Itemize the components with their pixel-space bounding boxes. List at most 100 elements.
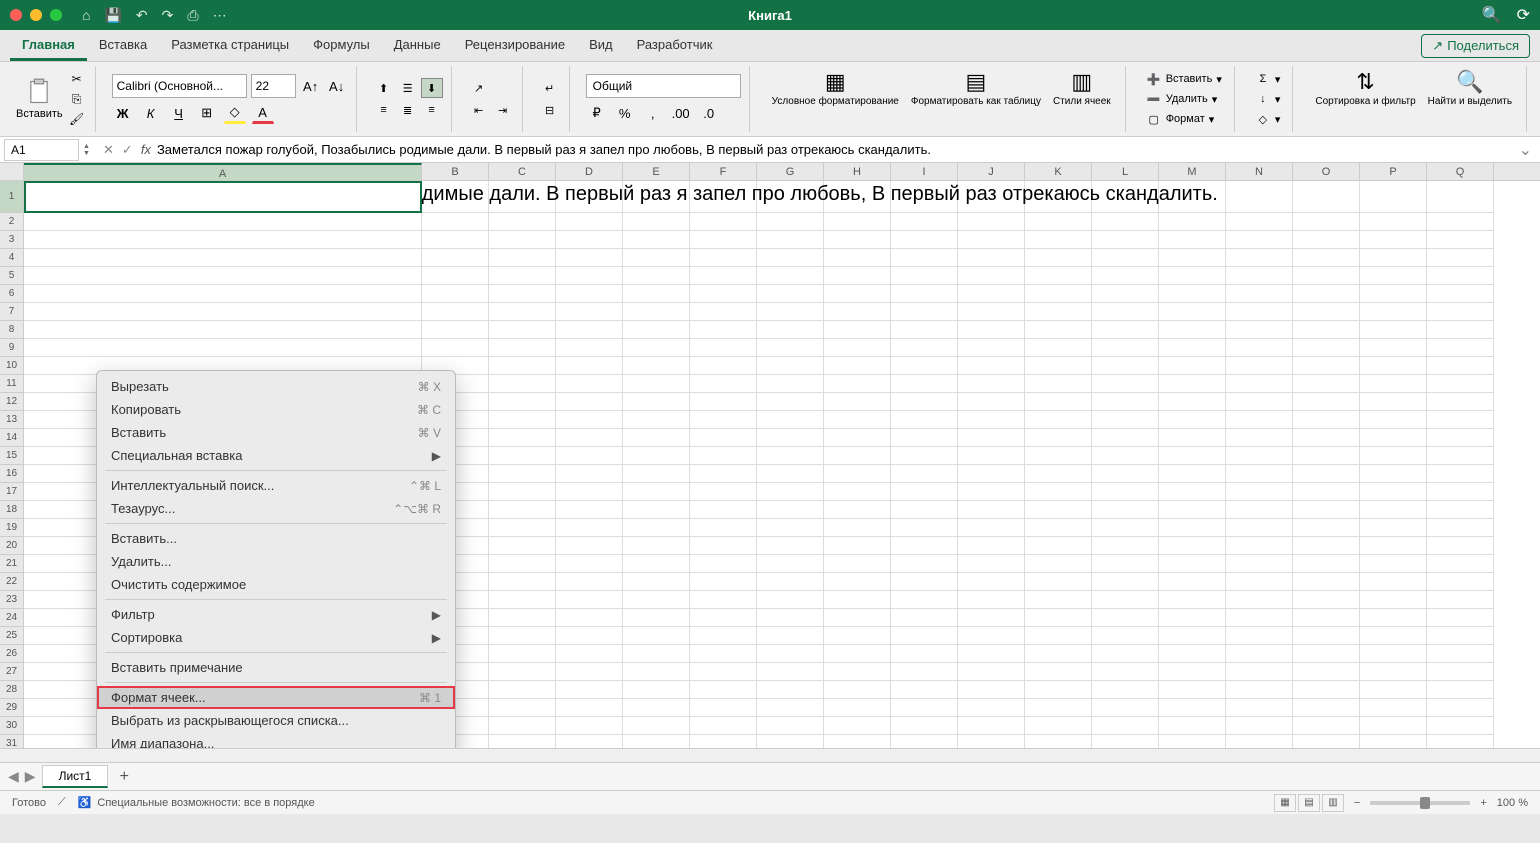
- cell[interactable]: [1293, 735, 1360, 748]
- cell[interactable]: [1427, 465, 1494, 483]
- cell[interactable]: [1293, 645, 1360, 663]
- cell[interactable]: [757, 303, 824, 321]
- cell[interactable]: [690, 321, 757, 339]
- cell[interactable]: [891, 555, 958, 573]
- cell[interactable]: [1226, 717, 1293, 735]
- bold-button[interactable]: Ж: [112, 102, 134, 124]
- cell[interactable]: [1427, 285, 1494, 303]
- row-header[interactable]: 15: [0, 447, 24, 465]
- cell[interactable]: [690, 267, 757, 285]
- cell[interactable]: [824, 645, 891, 663]
- cell[interactable]: [623, 375, 690, 393]
- cell[interactable]: [623, 537, 690, 555]
- cell[interactable]: [1360, 483, 1427, 501]
- cell[interactable]: [824, 717, 891, 735]
- cell[interactable]: [757, 627, 824, 645]
- cell[interactable]: [1092, 465, 1159, 483]
- row-header[interactable]: 28: [0, 681, 24, 699]
- cell[interactable]: [623, 519, 690, 537]
- column-header[interactable]: G: [757, 163, 824, 180]
- cell[interactable]: [824, 285, 891, 303]
- cell[interactable]: [556, 375, 623, 393]
- zoom-in-icon[interactable]: +: [1480, 797, 1486, 809]
- cell[interactable]: [422, 339, 489, 357]
- cell[interactable]: [757, 699, 824, 717]
- cell[interactable]: [757, 375, 824, 393]
- cell[interactable]: [1092, 519, 1159, 537]
- ribbon-tab[interactable]: Данные: [382, 31, 453, 61]
- cell[interactable]: [757, 591, 824, 609]
- cell[interactable]: [489, 663, 556, 681]
- cell[interactable]: [1025, 321, 1092, 339]
- cell[interactable]: [1427, 231, 1494, 249]
- cell[interactable]: [1092, 429, 1159, 447]
- cell[interactable]: [1159, 303, 1226, 321]
- cell[interactable]: [690, 375, 757, 393]
- cell[interactable]: [1159, 699, 1226, 717]
- row-header[interactable]: 31: [0, 735, 24, 748]
- cell[interactable]: [757, 501, 824, 519]
- column-header[interactable]: E: [623, 163, 690, 180]
- cell[interactable]: [623, 231, 690, 249]
- cell[interactable]: [623, 573, 690, 591]
- cell[interactable]: [1427, 411, 1494, 429]
- cell[interactable]: [1025, 285, 1092, 303]
- column-header[interactable]: A: [24, 163, 422, 180]
- align-left-icon[interactable]: ≡: [373, 100, 395, 120]
- row-header[interactable]: 21: [0, 555, 24, 573]
- cell[interactable]: [1293, 627, 1360, 645]
- cell[interactable]: [1226, 181, 1293, 213]
- cell[interactable]: [690, 249, 757, 267]
- sort-filter-button[interactable]: ⇅Сортировка и фильтр: [1309, 66, 1421, 132]
- context-menu-item[interactable]: Специальная вставка▶: [97, 444, 455, 467]
- cell[interactable]: [489, 213, 556, 231]
- cell[interactable]: [757, 573, 824, 591]
- cell[interactable]: [1360, 429, 1427, 447]
- cell[interactable]: [690, 609, 757, 627]
- next-sheet-icon[interactable]: ▶: [25, 768, 36, 785]
- row-header[interactable]: 22: [0, 573, 24, 591]
- cell[interactable]: [891, 231, 958, 249]
- cell[interactable]: [1092, 609, 1159, 627]
- decrease-font-icon[interactable]: A↓: [326, 75, 348, 97]
- cell[interactable]: [1092, 501, 1159, 519]
- cell[interactable]: [690, 339, 757, 357]
- cell[interactable]: [1360, 555, 1427, 573]
- fx-icon[interactable]: fx: [141, 142, 151, 157]
- cell[interactable]: [1226, 735, 1293, 748]
- cell[interactable]: [1226, 681, 1293, 699]
- cell[interactable]: [1159, 681, 1226, 699]
- context-menu-item[interactable]: Копировать⌘ C: [97, 398, 455, 421]
- cell[interactable]: [891, 501, 958, 519]
- cell[interactable]: [1025, 411, 1092, 429]
- decrease-indent-icon[interactable]: ⇤: [468, 100, 490, 120]
- cell[interactable]: [556, 465, 623, 483]
- align-center-icon[interactable]: ≣: [397, 100, 419, 120]
- cell[interactable]: [1159, 249, 1226, 267]
- row-header[interactable]: 1: [0, 181, 24, 213]
- cell[interactable]: [1092, 735, 1159, 748]
- fill-color-button[interactable]: ◇: [224, 102, 246, 124]
- cell[interactable]: [958, 573, 1025, 591]
- formula-input[interactable]: Заметался пожар голубой, Позабылись роди…: [157, 142, 1511, 157]
- cell[interactable]: [1427, 609, 1494, 627]
- cell[interactable]: [891, 213, 958, 231]
- decrease-decimal-icon[interactable]: .0: [698, 102, 720, 124]
- cell[interactable]: [1360, 339, 1427, 357]
- name-box[interactable]: A1: [4, 139, 79, 161]
- redo-icon[interactable]: ↷: [162, 7, 174, 24]
- cell[interactable]: [623, 249, 690, 267]
- cell[interactable]: [1025, 663, 1092, 681]
- cell[interactable]: [757, 429, 824, 447]
- cell[interactable]: [824, 735, 891, 748]
- cell[interactable]: [1226, 357, 1293, 375]
- cell[interactable]: [891, 249, 958, 267]
- cell[interactable]: [24, 213, 422, 231]
- cell[interactable]: [690, 519, 757, 537]
- cell[interactable]: [1025, 573, 1092, 591]
- border-button[interactable]: ⊞: [196, 102, 218, 124]
- cell[interactable]: [1360, 267, 1427, 285]
- cell[interactable]: [1159, 411, 1226, 429]
- cell[interactable]: [556, 627, 623, 645]
- cell[interactable]: [690, 573, 757, 591]
